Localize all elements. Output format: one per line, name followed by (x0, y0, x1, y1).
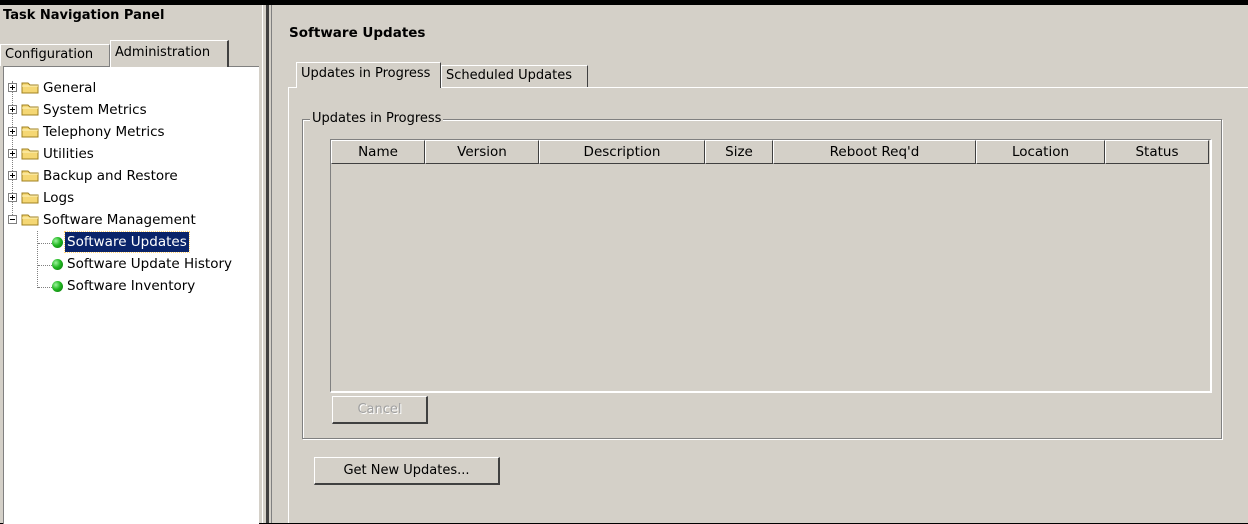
tree-connector-line (38, 265, 52, 266)
tab-scheduled-updates[interactable]: Scheduled Updates (441, 65, 588, 87)
nav-panel-title: Task Navigation Panel (3, 8, 165, 23)
column-header-description[interactable]: Description (539, 140, 705, 164)
tree-item-label: Utilities (43, 146, 94, 162)
updates-table[interactable]: Name Version Description Size Reboot Req… (330, 139, 1212, 393)
page-title: Software Updates (289, 25, 426, 41)
status-green-icon (52, 237, 63, 248)
tree-item-label: Software Management (43, 212, 196, 228)
folder-icon (21, 192, 39, 204)
navigation-tree: General System Metrics Telephony Metrics… (3, 66, 259, 524)
column-header-name[interactable]: Name (331, 140, 425, 164)
column-header-reboot-reqd[interactable]: Reboot Req'd (773, 140, 976, 164)
tree-item-label: General (43, 80, 97, 96)
task-navigation-panel: Task Navigation Panel Configuration Admi… (0, 5, 262, 524)
column-header-status[interactable]: Status (1105, 140, 1209, 164)
collapse-minus-icon[interactable] (8, 215, 17, 224)
column-header-version[interactable]: Version (425, 140, 539, 164)
folder-icon (21, 148, 39, 160)
open-folder-icon (21, 214, 39, 226)
expand-plus-icon[interactable] (8, 149, 17, 158)
folder-icon (21, 104, 39, 116)
application-window: Task Navigation Panel Configuration Admi… (0, 5, 1248, 524)
tab-configuration[interactable]: Configuration (0, 44, 110, 66)
group-box-label: Updates in Progress (310, 111, 444, 126)
tree-item-label: Logs (43, 190, 75, 206)
tree-item-label: Backup and Restore (43, 168, 178, 184)
tree-item-label: System Metrics (43, 102, 147, 118)
tree-connector-line (37, 231, 38, 288)
folder-icon (21, 82, 39, 94)
expand-plus-icon[interactable] (8, 171, 17, 180)
tree-item-label: Telephony Metrics (43, 124, 165, 140)
tree-connector-line (38, 243, 52, 244)
tree-item-label: Software Update History (67, 256, 233, 272)
content-area: Software Updates Updates in Progress Sch… (273, 5, 1248, 523)
splitter-handle[interactable] (269, 5, 272, 523)
tree-connector-line (38, 287, 52, 288)
status-green-icon (52, 281, 63, 292)
column-header-size[interactable]: Size (705, 140, 773, 164)
folder-icon (21, 126, 39, 138)
tree-item-label: Software Inventory (67, 278, 196, 294)
expand-plus-icon[interactable] (8, 193, 17, 202)
splitter-handle[interactable] (262, 5, 265, 523)
status-green-icon (52, 259, 63, 270)
expand-plus-icon[interactable] (8, 105, 17, 114)
tree-item-label: Software Updates (64, 231, 190, 253)
column-header-location[interactable]: Location (976, 140, 1105, 164)
tab-administration[interactable]: Administration (110, 40, 229, 67)
tab-updates-in-progress[interactable]: Updates in Progress (296, 62, 441, 88)
expand-plus-icon[interactable] (8, 83, 17, 92)
folder-icon (21, 170, 39, 182)
cancel-button[interactable]: Cancel (332, 396, 428, 424)
table-header: Name Version Description Size Reboot Req… (331, 140, 1209, 164)
get-new-updates-button[interactable]: Get New Updates... (314, 457, 500, 485)
expand-plus-icon[interactable] (8, 127, 17, 136)
